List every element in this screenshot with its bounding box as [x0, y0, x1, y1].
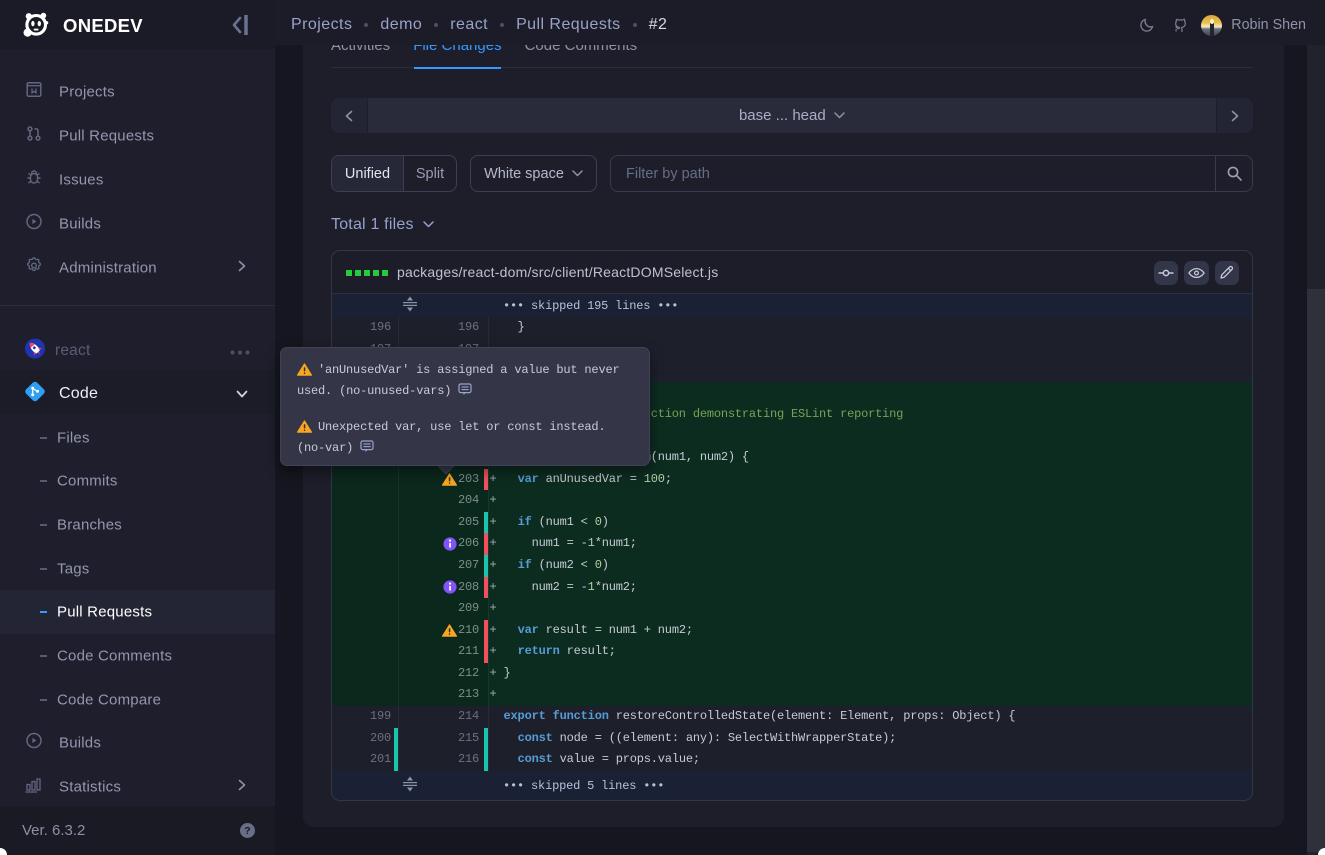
- svg-text:?: ?: [244, 825, 250, 837]
